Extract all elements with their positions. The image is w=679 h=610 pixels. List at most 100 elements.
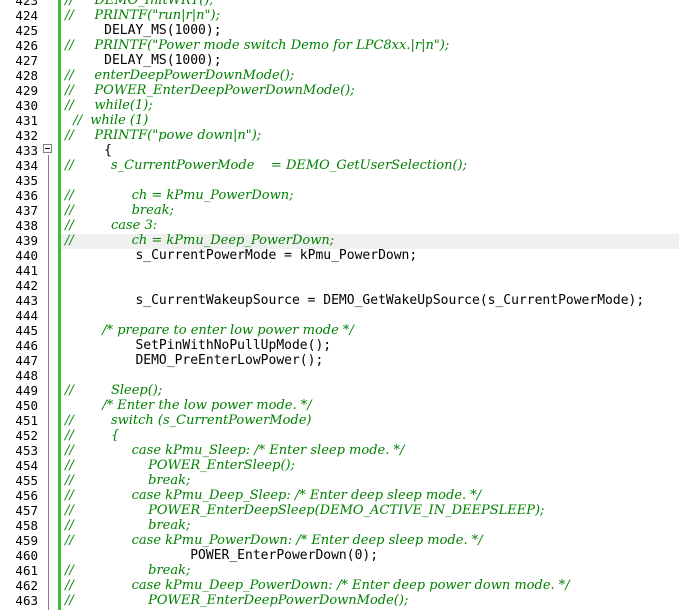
code-line[interactable]: // case kPmu_Deep_Sleep: /* Enter deep s… (65, 488, 481, 503)
comment-text: /* Enter the low power mode. */ (65, 398, 312, 413)
code-line[interactable]: // PRINTF("run|r|n"); (65, 8, 220, 23)
comment-text: // POWER_EnterSleep(); (65, 458, 295, 473)
comment-text: // Sleep(); (65, 383, 163, 398)
code-line[interactable]: { (65, 143, 112, 158)
code-text: POWER_EnterPowerDown(0); (65, 548, 379, 563)
code-line[interactable]: // ch = kPmu_PowerDown; (65, 188, 293, 203)
code-text: { (65, 143, 112, 158)
code-line[interactable]: // PRINTF("Power mode switch Demo for LP… (65, 38, 449, 53)
line-number: 431 (15, 113, 38, 128)
change-marker-bar (58, 0, 61, 610)
code-line[interactable]: DEMO_PreEnterLowPower(); (65, 353, 323, 368)
code-line[interactable]: // break; (65, 518, 190, 533)
comment-text: // break; (65, 203, 174, 218)
code-line[interactable]: /* Enter the low power mode. */ (65, 398, 312, 413)
comment-text: // DEMO_InitWRT(); (65, 0, 214, 8)
code-line[interactable]: DELAY_MS(1000); (65, 23, 221, 38)
line-number: 439 (15, 233, 38, 248)
code-line[interactable]: // case kPmu_Sleep: /* Enter sleep mode.… (65, 443, 404, 458)
comment-text: // PRINTF("Power mode switch Demo for LP… (65, 38, 450, 53)
code-line[interactable]: // PRINTF("powe down|n"); (65, 128, 261, 143)
code-line[interactable]: // POWER_EnterDeepPowerDownMode(); (65, 83, 355, 98)
code-line[interactable]: // POWER_EnterDeepPowerDownMode(); (65, 593, 408, 608)
line-number: 435 (15, 173, 38, 188)
code-line[interactable]: s_CurrentWakeupSource = DEMO_GetWakeUpSo… (65, 293, 644, 308)
code-line[interactable]: // case kPmu_PowerDown: /* Enter deep sl… (65, 533, 483, 548)
code-line[interactable]: // break; (65, 473, 190, 488)
line-number: 427 (15, 53, 38, 68)
line-number: 443 (15, 293, 38, 308)
code-line[interactable]: // s_CurrentPowerMode = DEMO_GetUserSele… (65, 158, 467, 173)
line-number: 450 (15, 398, 38, 413)
code-editor[interactable]: 423 // DEMO_InitWRT(); 424 // PRINTF("run|r… (0, 0, 679, 610)
comment-text: // case 3: (65, 218, 158, 233)
code-line[interactable]: // { (65, 428, 119, 443)
line-number: 458 (15, 518, 38, 533)
line-number: 449 (15, 383, 38, 398)
line-number: 437 (15, 203, 38, 218)
line-number: 444 (15, 308, 38, 323)
code-line[interactable]: // Sleep(); (65, 383, 162, 398)
code-line[interactable]: // ch = kPmu_Deep_PowerDown; (65, 233, 334, 248)
line-number: 448 (15, 368, 38, 383)
line-number: 456 (15, 488, 38, 503)
code-line[interactable]: // while(1); (65, 98, 153, 113)
comment-text: // case kPmu_Deep_Sleep: /* Enter deep s… (65, 488, 482, 503)
line-number: 432 (15, 128, 38, 143)
code-line[interactable]: SetPinWithNoPullUpMode(); (65, 338, 331, 353)
line-number: 452 (15, 428, 38, 443)
code-text: SetPinWithNoPullUpMode(); (65, 338, 332, 353)
line-number: 428 (15, 68, 38, 83)
code-line[interactable]: // POWER_EnterSleep(); (65, 458, 295, 473)
line-number: 429 (15, 83, 38, 98)
line-number: 462 (15, 578, 38, 593)
comment-text: // s_CurrentPowerMode = DEMO_GetUserSele… (65, 158, 468, 173)
comment-text: // switch (s_CurrentPowerMode) (65, 413, 312, 428)
code-line[interactable]: // enterDeepPowerDownMode(); (65, 68, 294, 83)
line-number: 447 (15, 353, 38, 368)
line-number: 423 (15, 0, 38, 8)
comment-text: // POWER_EnterDeepPowerDownMode(); (65, 83, 355, 98)
code-line[interactable]: // break; (65, 203, 174, 218)
line-number: 442 (15, 278, 38, 293)
code-line[interactable]: // break; (65, 563, 190, 578)
code-line[interactable]: DELAY_MS(1000); (65, 53, 222, 68)
comment-text: // while (1) (65, 113, 149, 128)
code-text: DELAY_MS(1000); (65, 53, 222, 68)
code-text: s_CurrentPowerMode = kPmu_PowerDown; (65, 248, 418, 263)
code-line[interactable]: // DEMO_InitWRT(); (65, 0, 214, 8)
comment-text: // break; (65, 473, 191, 488)
comment-text: // break; (65, 563, 191, 578)
line-number: 459 (15, 533, 38, 548)
code-line[interactable]: // switch (s_CurrentPowerMode) (65, 413, 312, 428)
line-number: 454 (15, 458, 38, 473)
comment-text: // ch = kPmu_PowerDown; (65, 188, 294, 203)
line-number: 434 (15, 158, 38, 173)
line-number: 457 (15, 503, 38, 518)
collapse-minus-icon[interactable] (43, 144, 52, 153)
code-line[interactable]: // case 3: (65, 218, 157, 233)
line-number: 438 (15, 218, 38, 233)
line-number: 433 (15, 143, 38, 158)
comment-text: // { (65, 428, 120, 443)
code-text: s_CurrentWakeupSource = DEMO_GetWakeUpSo… (65, 293, 645, 308)
code-line[interactable]: s_CurrentPowerMode = kPmu_PowerDown; (65, 248, 417, 263)
comment-text: // while(1); (65, 98, 153, 113)
code-line[interactable]: POWER_EnterPowerDown(0); (65, 548, 378, 563)
comment-text: // POWER_EnterDeepPowerDownMode(); (65, 593, 409, 608)
code-line[interactable]: // POWER_EnterDeepSleep(DEMO_ACTIVE_IN_D… (65, 503, 544, 518)
comment-text: // enterDeepPowerDownMode(); (65, 68, 295, 83)
code-line[interactable]: /* prepare to enter low power mode */ (65, 323, 354, 338)
comment-text: // case kPmu_Deep_PowerDown: /* Enter de… (65, 578, 570, 593)
comment-text: // POWER_EnterDeepSleep(DEMO_ACTIVE_IN_D… (65, 503, 545, 518)
line-number: 460 (15, 548, 38, 563)
code-line[interactable]: // case kPmu_Deep_PowerDown: /* Enter de… (65, 578, 570, 593)
comment-text: // PRINTF("powe down|n"); (65, 128, 262, 143)
line-number: 455 (15, 473, 38, 488)
line-number: 463 (15, 593, 38, 608)
line-number: 445 (15, 323, 38, 338)
line-number: 436 (15, 188, 38, 203)
comment-text: // PRINTF("run|r|n"); (65, 8, 220, 23)
code-line[interactable]: // while (1) (65, 113, 148, 128)
fold-range-line (48, 155, 49, 610)
